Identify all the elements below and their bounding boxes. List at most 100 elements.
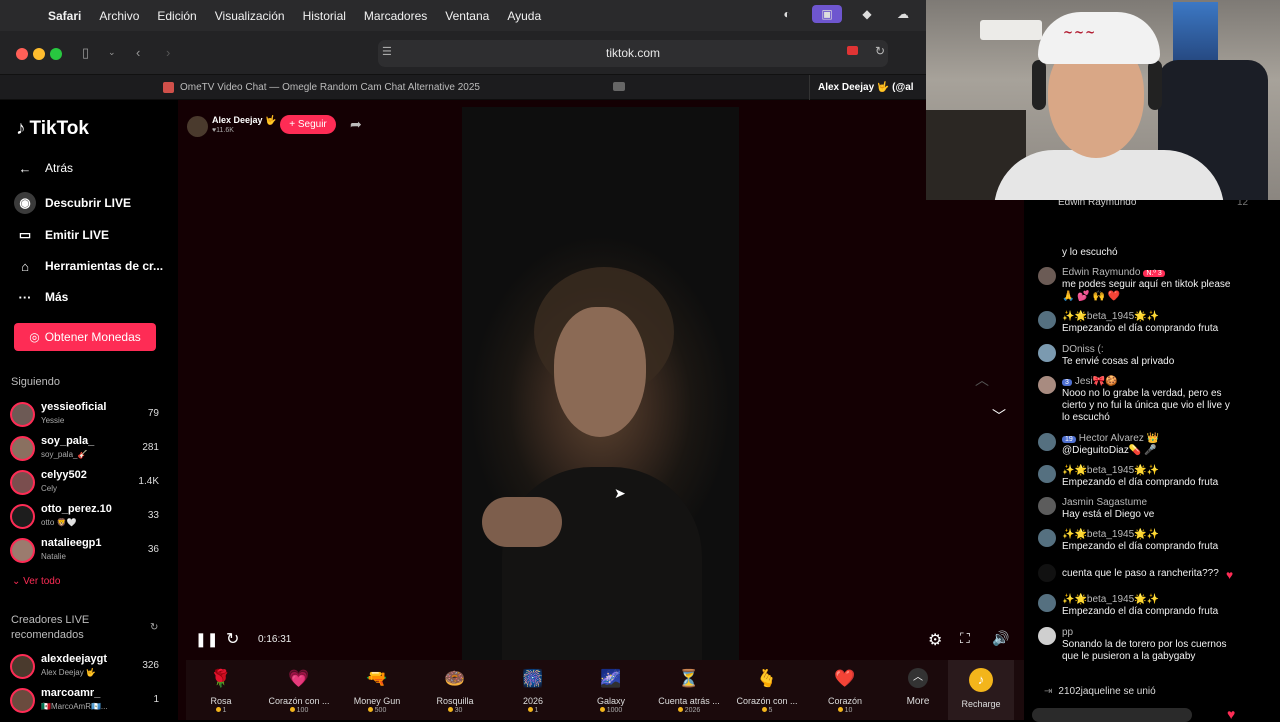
gift-rosquilla[interactable]: 🍩 Rosquilla 30 xyxy=(416,664,494,714)
back-link[interactable]: ← Atrás xyxy=(14,157,74,179)
chevron-up-icon[interactable]: ︿ xyxy=(975,370,989,390)
forward-arrow-icon[interactable]: › xyxy=(166,45,170,60)
avatar xyxy=(1038,311,1056,329)
chevron-down-icon[interactable]: ⌄ xyxy=(108,47,116,58)
screen-record-icon[interactable]: ▣ xyxy=(812,5,842,23)
menu-historial[interactable]: Historial xyxy=(303,9,346,23)
gift-money-gun[interactable]: 🔫 Money Gun 500 xyxy=(338,664,416,714)
get-coins-button[interactable]: ◎ Obtener Monedas xyxy=(14,323,156,351)
back-arrow-icon[interactable]: ‹ xyxy=(136,45,140,60)
reload-icon[interactable]: ↻ xyxy=(875,44,885,58)
following-item[interactable]: celyy502 Cely 1.4K xyxy=(10,468,162,500)
avatar xyxy=(1038,529,1056,547)
following-name: soy_pala_ xyxy=(41,435,95,447)
recommended-item[interactable]: marcoamr_ 🇲🇽MarcoAmR🇬🇹... 1 xyxy=(10,686,162,718)
gift-name: Corazón con ... xyxy=(268,696,330,706)
gift-corazon-con-2[interactable]: 🫰 Corazón con ... 5 xyxy=(728,664,806,714)
tab-ometv[interactable]: OmeTV Video Chat — Omegle Random Cam Cha… xyxy=(0,75,810,100)
video-camera-icon: ▭ xyxy=(18,227,32,242)
heart-icon: ❤️ xyxy=(834,669,856,688)
cloud-icon[interactable]: ☁ xyxy=(892,5,914,23)
following-item[interactable]: otto_perez.10 otto 🦁🤍 33 xyxy=(10,502,162,534)
nav-go-live[interactable]: ▭ Emitir LIVE xyxy=(14,224,109,246)
tab-bar: OmeTV Video Chat — Omegle Random Cam Cha… xyxy=(0,75,926,100)
zoom-window-button[interactable] xyxy=(50,48,62,60)
air-conditioner-shape xyxy=(980,20,1042,40)
hand-shape xyxy=(482,497,562,547)
more-gifts-button[interactable]: ︿ More xyxy=(898,668,938,707)
stream-time: 0:16:31 xyxy=(258,634,292,645)
recommended-title-line1: Creadores LIVE xyxy=(11,614,90,626)
refresh-icon[interactable]: ↻ xyxy=(150,622,158,633)
menu-app-name[interactable]: Safari xyxy=(48,9,81,23)
controlcenter-icon[interactable]: ◐ xyxy=(776,5,798,23)
viewer-count: 33 xyxy=(147,510,159,521)
tab-tiktok-live[interactable]: Alex Deejay 🤟 (@al xyxy=(818,82,914,93)
chat-text: cuenta que le paso a rancherita??? xyxy=(1062,568,1219,579)
avatar xyxy=(1038,465,1056,483)
gift-cuenta-atras[interactable]: ⏳ Cuenta atrás ... 2026 xyxy=(650,664,728,714)
gift-price: 2026 xyxy=(650,707,728,714)
tiktok-logo[interactable]: ♪ TikTok xyxy=(16,118,89,140)
gift-2026[interactable]: 🎆 2026 1 xyxy=(494,664,572,714)
avatar xyxy=(10,654,35,679)
share-icon[interactable]: ➦ xyxy=(350,116,362,133)
live-video[interactable]: ➤ xyxy=(462,107,739,660)
fullscreen-icon[interactable]: ⛶ xyxy=(960,630,970,647)
menu-visualizacion[interactable]: Visualización xyxy=(215,9,285,23)
gift-rosa[interactable]: 🌹 Rosa 1 xyxy=(182,664,260,714)
nav-more[interactable]: ··· Más xyxy=(14,286,69,308)
avatar xyxy=(1038,267,1056,285)
pause-icon[interactable]: ❚❚ xyxy=(195,631,218,648)
menu-ventana[interactable]: Ventana xyxy=(445,9,489,23)
see-all-link[interactable]: ⌄ Ver todo xyxy=(12,576,60,587)
chat-text: Empezando el día comprando fruta xyxy=(1062,606,1219,617)
menu-ayuda[interactable]: Ayuda xyxy=(507,9,541,23)
host-name[interactable]: Alex Deejay 🤟 xyxy=(212,115,276,126)
gift-corazon-con[interactable]: 💗 Corazón con ... 100 xyxy=(260,664,338,714)
avatar xyxy=(10,436,35,461)
camera-recording-icon xyxy=(847,46,858,55)
chat-text: Empezando el día comprando fruta xyxy=(1062,323,1219,334)
settings-icon[interactable]: ⚙ xyxy=(928,630,942,650)
recommended-sub: Alex Deejay 🤟 xyxy=(41,668,96,677)
sidebar-toggle-icon[interactable]: ▯ xyxy=(82,45,89,61)
viewer-count: 1.4K xyxy=(138,476,159,487)
follow-button[interactable]: + Seguir xyxy=(280,115,336,134)
following-sub: otto 🦁🤍 xyxy=(41,518,77,527)
chat-text: @DieguitoDiaz💊 🎤 xyxy=(1062,445,1157,456)
recommended-name: marcoamr_ xyxy=(41,687,101,699)
following-item[interactable]: soy_pala_ soy_pala_🎸 281 xyxy=(10,434,162,466)
following-item[interactable]: natalieegp1 Natalie 36 xyxy=(10,536,162,568)
nav-creator-tools[interactable]: ⌂ Herramientas de cr... xyxy=(14,255,163,277)
close-window-button[interactable] xyxy=(16,48,28,60)
chat-user: 19 Hector Alvarez 👑 xyxy=(1062,433,1159,444)
menu-edicion[interactable]: Edición xyxy=(157,9,196,23)
cap-logo-icon: ~~~ xyxy=(1063,25,1097,39)
recommended-item[interactable]: alexdeejaygt Alex Deejay 🤟 326 xyxy=(10,652,162,684)
diamond-app-icon[interactable]: ◆ xyxy=(856,5,878,23)
face-shape xyxy=(554,307,646,437)
live-stage: Alex Deejay 🤟 ♥11.6K + Seguir ➦ ➤ ︿ ﹀ ❚❚… xyxy=(178,100,1024,720)
address-bar[interactable]: ☰ tiktok.com ↻ xyxy=(378,40,888,67)
tiktok-coin-icon: ♪ xyxy=(969,668,993,692)
refresh-icon[interactable]: ↻ xyxy=(226,629,239,649)
nav-discover-live[interactable]: ◉ Descubrir LIVE xyxy=(14,192,131,214)
following-item[interactable]: yessieoficial Yessie 79 xyxy=(10,400,162,432)
avatar xyxy=(10,402,35,427)
more-label: More xyxy=(906,696,930,707)
chat-text: Nooo no lo grabe la verdad, pero es cier… xyxy=(1062,388,1230,423)
menu-archivo[interactable]: Archivo xyxy=(99,9,139,23)
gift-corazon[interactable]: ❤️ Corazón 10 xyxy=(806,664,884,714)
menu-marcadores[interactable]: Marcadores xyxy=(364,9,427,23)
shirt-shape xyxy=(502,467,702,660)
gift-name: Money Gun xyxy=(353,696,401,706)
see-all-label: Ver todo xyxy=(23,576,61,587)
following-sub: Cely xyxy=(41,484,58,493)
chevron-down-icon[interactable]: ﹀ xyxy=(992,406,1006,426)
host-avatar[interactable] xyxy=(187,116,208,137)
recharge-button[interactable]: ♪ Recharge xyxy=(948,660,1014,720)
gift-galaxy[interactable]: 🌌 Galaxy 1000 xyxy=(572,664,650,714)
volume-icon[interactable]: 🔊 xyxy=(992,630,1009,647)
minimize-window-button[interactable] xyxy=(33,48,45,60)
